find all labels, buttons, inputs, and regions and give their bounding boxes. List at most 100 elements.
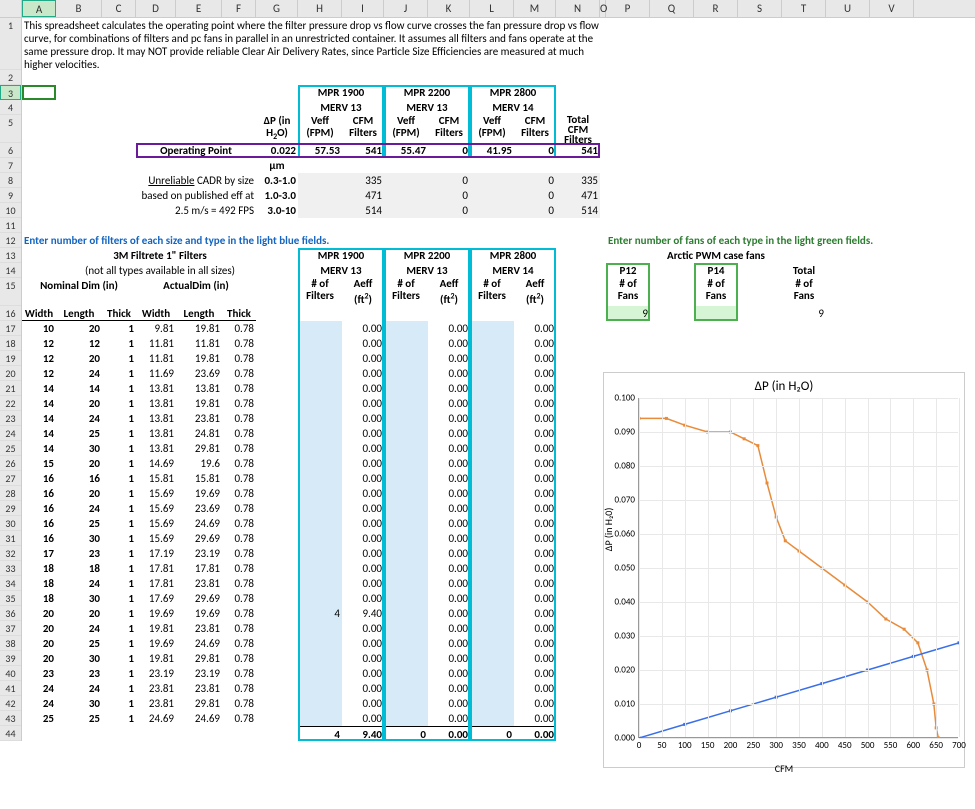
f3-14[interactable] bbox=[470, 531, 514, 546]
row-header-36[interactable]: 36 bbox=[0, 606, 21, 621]
col-header-N[interactable]: N bbox=[556, 0, 600, 17]
col-header-J[interactable]: J bbox=[384, 0, 428, 17]
f1-2[interactable] bbox=[298, 351, 342, 366]
f2-20[interactable] bbox=[384, 621, 428, 636]
f3-3[interactable] bbox=[470, 366, 514, 381]
f2-11[interactable] bbox=[384, 486, 428, 501]
row-header-32[interactable]: 32 bbox=[0, 546, 21, 561]
f3-26[interactable] bbox=[470, 711, 514, 726]
row-header-11[interactable]: 11 bbox=[0, 218, 21, 233]
f1-22[interactable] bbox=[298, 651, 342, 666]
f3-11[interactable] bbox=[470, 486, 514, 501]
f2-15[interactable] bbox=[384, 546, 428, 561]
f3-23[interactable] bbox=[470, 666, 514, 681]
col-header-A[interactable]: A bbox=[22, 0, 56, 17]
f3-4[interactable] bbox=[470, 381, 514, 396]
row-header-18[interactable]: 18 bbox=[0, 336, 21, 351]
f3-6[interactable] bbox=[470, 411, 514, 426]
f3-15[interactable] bbox=[470, 546, 514, 561]
row-header-8[interactable]: 8 bbox=[0, 173, 21, 188]
row-header-39[interactable]: 39 bbox=[0, 651, 21, 666]
col-header-V[interactable]: V bbox=[870, 0, 914, 17]
row-header-2[interactable]: 2 bbox=[0, 70, 21, 85]
f2-12[interactable] bbox=[384, 501, 428, 516]
row-header-37[interactable]: 37 bbox=[0, 621, 21, 636]
col-header-P[interactable]: P bbox=[606, 0, 650, 17]
row-header-16[interactable]: 16 bbox=[0, 306, 21, 321]
f3-19[interactable] bbox=[470, 606, 514, 621]
f1-20[interactable] bbox=[298, 621, 342, 636]
row-header-7[interactable]: 7 bbox=[0, 158, 21, 173]
f2-3[interactable] bbox=[384, 366, 428, 381]
f1-18[interactable] bbox=[298, 591, 342, 606]
f3-9[interactable] bbox=[470, 456, 514, 471]
row-header-42[interactable]: 42 bbox=[0, 696, 21, 711]
f2-16[interactable] bbox=[384, 561, 428, 576]
f2-8[interactable] bbox=[384, 441, 428, 456]
row-header-40[interactable]: 40 bbox=[0, 666, 21, 681]
f1-25[interactable] bbox=[298, 696, 342, 711]
row-header-35[interactable]: 35 bbox=[0, 591, 21, 606]
f1-12[interactable] bbox=[298, 501, 342, 516]
row-header-22[interactable]: 22 bbox=[0, 396, 21, 411]
col-header-Q[interactable]: Q bbox=[650, 0, 694, 17]
f3-1[interactable] bbox=[470, 336, 514, 351]
f3-5[interactable] bbox=[470, 396, 514, 411]
row-header-14[interactable]: 14 bbox=[0, 263, 21, 278]
row-header-26[interactable]: 26 bbox=[0, 456, 21, 471]
f2-19[interactable] bbox=[384, 606, 428, 621]
row-header-23[interactable]: 23 bbox=[0, 411, 21, 426]
f1-9[interactable] bbox=[298, 456, 342, 471]
col-header-I[interactable]: I bbox=[342, 0, 384, 17]
row-header-33[interactable]: 33 bbox=[0, 561, 21, 576]
f2-2[interactable] bbox=[384, 351, 428, 366]
row-header-27[interactable]: 27 bbox=[0, 471, 21, 486]
f1-4[interactable] bbox=[298, 381, 342, 396]
col-header-B[interactable]: B bbox=[56, 0, 102, 17]
f2-21[interactable] bbox=[384, 636, 428, 651]
f2-5[interactable] bbox=[384, 396, 428, 411]
f1-15[interactable] bbox=[298, 546, 342, 561]
f2-23[interactable] bbox=[384, 666, 428, 681]
f1-17[interactable] bbox=[298, 576, 342, 591]
row-header-3[interactable]: 3 bbox=[0, 85, 21, 100]
f1-11[interactable] bbox=[298, 486, 342, 501]
f3-7[interactable] bbox=[470, 426, 514, 441]
f1-6[interactable] bbox=[298, 411, 342, 426]
f2-1[interactable] bbox=[384, 336, 428, 351]
f2-10[interactable] bbox=[384, 471, 428, 486]
col-header-R[interactable]: R bbox=[694, 0, 738, 17]
col-header-C[interactable]: C bbox=[102, 0, 136, 17]
f3-18[interactable] bbox=[470, 591, 514, 606]
row-header-34[interactable]: 34 bbox=[0, 576, 21, 591]
fan-p12-input[interactable]: 9 bbox=[606, 306, 650, 321]
f2-24[interactable] bbox=[384, 681, 428, 696]
fan-p14-input[interactable] bbox=[694, 306, 738, 321]
f1-1[interactable] bbox=[298, 336, 342, 351]
f2-4[interactable] bbox=[384, 381, 428, 396]
row-header-30[interactable]: 30 bbox=[0, 516, 21, 531]
f1-16[interactable] bbox=[298, 561, 342, 576]
f3-20[interactable] bbox=[470, 621, 514, 636]
row-header-44[interactable]: 44 bbox=[0, 726, 21, 741]
col-header-T[interactable]: T bbox=[782, 0, 826, 17]
col-header-H[interactable]: H bbox=[298, 0, 342, 17]
col-header-L[interactable]: L bbox=[470, 0, 514, 17]
f3-12[interactable] bbox=[470, 501, 514, 516]
f3-0[interactable] bbox=[470, 321, 514, 336]
f1-10[interactable] bbox=[298, 471, 342, 486]
f3-10[interactable] bbox=[470, 471, 514, 486]
row-header-5[interactable]: 5 bbox=[0, 115, 21, 143]
col-header-K[interactable]: K bbox=[428, 0, 470, 17]
f2-9[interactable] bbox=[384, 456, 428, 471]
row-header-21[interactable]: 21 bbox=[0, 381, 21, 396]
f3-16[interactable] bbox=[470, 561, 514, 576]
row-header-25[interactable]: 25 bbox=[0, 441, 21, 456]
f3-2[interactable] bbox=[470, 351, 514, 366]
f1-7[interactable] bbox=[298, 426, 342, 441]
f2-22[interactable] bbox=[384, 651, 428, 666]
row-header-38[interactable]: 38 bbox=[0, 636, 21, 651]
f2-6[interactable] bbox=[384, 411, 428, 426]
f3-24[interactable] bbox=[470, 681, 514, 696]
row-header-20[interactable]: 20 bbox=[0, 366, 21, 381]
